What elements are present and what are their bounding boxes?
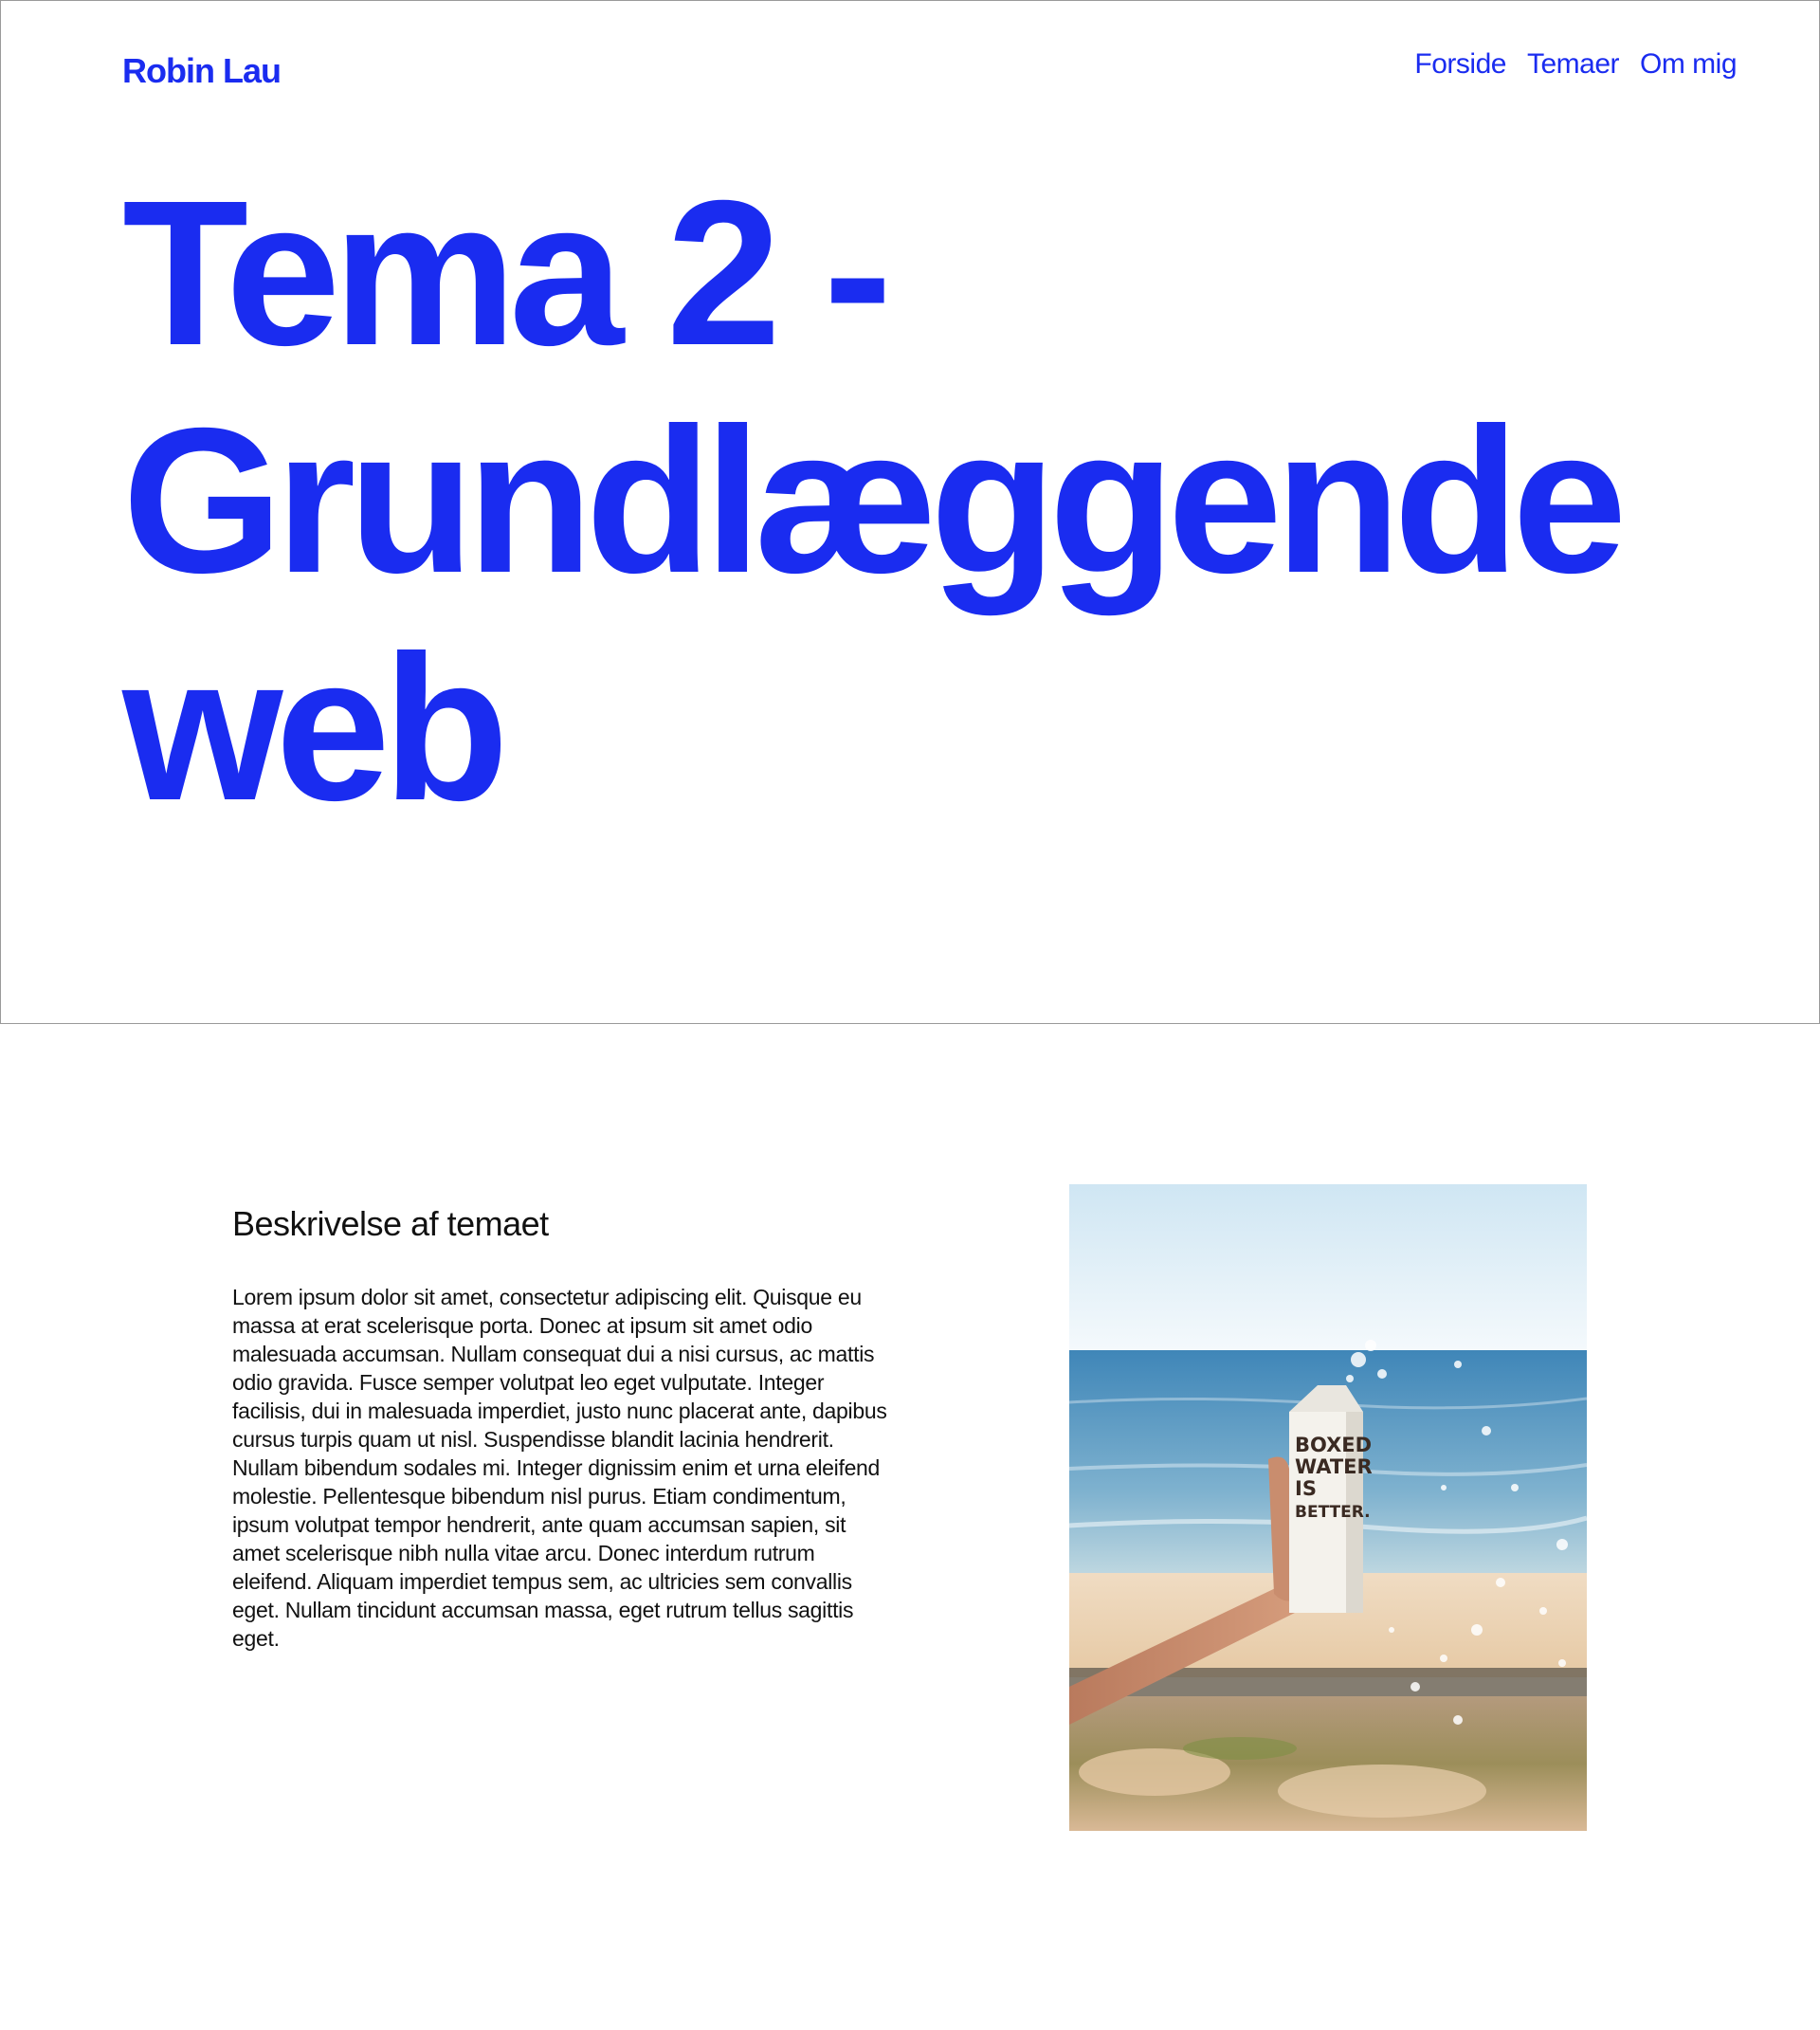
page-title-line-3: web xyxy=(122,613,509,844)
description-heading: Beskrivelse af temaet xyxy=(232,1204,549,1243)
nav-link-temaer[interactable]: Temaer xyxy=(1527,48,1620,81)
page-title-line-1: Tema 2 - xyxy=(122,158,892,389)
nav-link-forside[interactable]: Forside xyxy=(1414,48,1506,81)
carton-text-2: WATER xyxy=(1295,1455,1373,1478)
carton-text-4: BETTER. xyxy=(1295,1503,1371,1522)
brand-logo-link[interactable]: Robin Lau xyxy=(122,51,282,91)
theme-photo: BOXED WATER IS BETTER. xyxy=(1069,1184,1587,1831)
hero-section: Robin Lau Forside Temaer Om mig Tema 2 -… xyxy=(0,0,1820,1024)
water-carton: BOXED WATER IS BETTER. xyxy=(1289,1385,1373,1613)
carton-text-1: BOXED xyxy=(1295,1434,1372,1456)
main-nav: Forside Temaer Om mig xyxy=(1414,48,1737,81)
nav-link-om-mig[interactable]: Om mig xyxy=(1640,48,1738,81)
page-title-line-2: Grundlæggende xyxy=(122,386,1627,616)
beach-carton-photo: BOXED WATER IS BETTER. xyxy=(1069,1184,1587,1831)
page-title: Tema 2 - Grundlæggende web xyxy=(122,158,1627,844)
description-body: Lorem ipsum dolor sit amet, consectetur … xyxy=(232,1285,887,1651)
carton-text-3: IS xyxy=(1295,1477,1317,1500)
